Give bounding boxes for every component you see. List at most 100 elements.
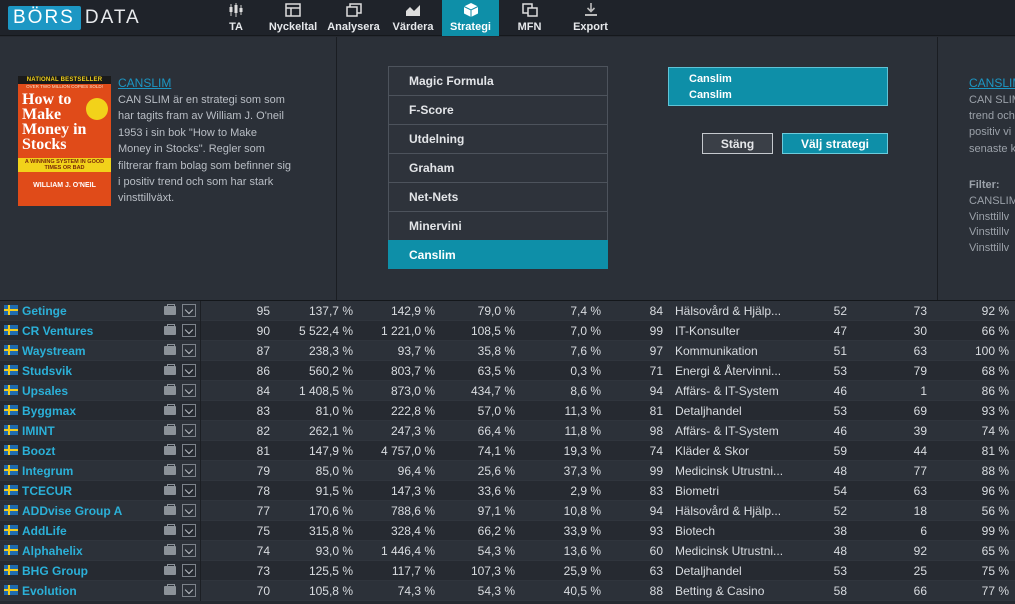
table-row[interactable]: CR Ventures 90 5 522,4 % 1 221,0 % 108,5 % 7,… xyxy=(0,321,1015,341)
percent-cell: 65 % xyxy=(981,543,1009,558)
chevron-down-icon[interactable] xyxy=(182,444,196,457)
briefcase-icon[interactable] xyxy=(164,524,176,535)
briefcase-icon[interactable] xyxy=(164,484,176,495)
number-cell-1: 47 xyxy=(833,323,847,338)
briefcase-icon[interactable] xyxy=(164,364,176,375)
table-row[interactable]: ADDvise Group A 77 170,6 % 788,6 % 97,1 % 10,… xyxy=(0,501,1015,521)
nav-export[interactable]: Export xyxy=(557,0,624,36)
number-cell-2: 44 xyxy=(913,443,927,458)
chevron-down-icon[interactable] xyxy=(182,384,196,397)
briefcase-icon[interactable] xyxy=(164,344,176,355)
value-cell-2: 1 221,0 % xyxy=(380,323,435,338)
close-button[interactable]: Stäng xyxy=(702,133,773,154)
chevron-down-icon[interactable] xyxy=(182,304,196,317)
company-name-link[interactable]: Evolution xyxy=(22,584,77,598)
nav-vardera-label: Värdera xyxy=(392,21,434,33)
chevron-down-icon[interactable] xyxy=(182,524,196,537)
table-row[interactable]: Boozt 81 147,9 % 4 757,0 % 74,1 % 19,3 % 74 Klä… xyxy=(0,441,1015,461)
strategy-item-utdelning[interactable]: Utdelning xyxy=(388,124,608,153)
company-name-link[interactable]: TCECUR xyxy=(22,484,72,498)
table-row[interactable]: Studsvik 86 560,2 % 803,7 % 63,5 % 0,3 % 71 Ene… xyxy=(0,361,1015,381)
briefcase-icon[interactable] xyxy=(164,464,176,475)
chevron-down-icon[interactable] xyxy=(182,364,196,377)
company-name-link[interactable]: CR Ventures xyxy=(22,324,93,338)
chevron-down-icon[interactable] xyxy=(182,424,196,437)
company-name-link[interactable]: Integrum xyxy=(22,464,73,478)
chevron-down-icon[interactable] xyxy=(182,344,196,357)
company-name-link[interactable]: Studsvik xyxy=(22,364,72,378)
briefcase-icon[interactable] xyxy=(164,324,176,335)
strategy-item-f-score[interactable]: F-Score xyxy=(388,95,608,124)
table-row[interactable]: Integrum 79 85,0 % 96,4 % 25,6 % 37,3 % 99 Medi… xyxy=(0,461,1015,481)
company-name-link[interactable]: ADDvise Group A xyxy=(22,504,122,518)
selected-strategy-box[interactable]: Canslim Canslim xyxy=(668,67,888,106)
nav-analysera[interactable]: Analysera xyxy=(323,0,384,36)
table-row[interactable]: TCECUR 78 91,5 % 147,3 % 33,6 % 2,9 % 83 Biomet… xyxy=(0,481,1015,501)
percent-cell: 56 % xyxy=(981,503,1009,518)
column-divider xyxy=(200,321,201,341)
nav-mfn[interactable]: MFN xyxy=(502,0,557,36)
chevron-down-icon[interactable] xyxy=(182,584,196,597)
company-name-link[interactable]: Waystream xyxy=(22,344,86,358)
chevron-down-icon[interactable] xyxy=(182,504,196,517)
chevron-down-icon[interactable] xyxy=(182,484,196,497)
nav-strategi[interactable]: Strategi xyxy=(442,0,499,36)
value-cell-3: 33,6 % xyxy=(477,483,515,498)
value-cell-4: 37,3 % xyxy=(563,463,601,478)
table-row[interactable]: Evolution 70 105,8 % 74,3 % 54,3 % 40,5 % 88 Be… xyxy=(0,581,1015,601)
table-row[interactable]: Upsales 84 1 408,5 % 873,0 % 434,7 % 8,6 % 94 A… xyxy=(0,381,1015,401)
value-cell-3: 97,1 % xyxy=(477,503,515,518)
chevron-down-icon[interactable] xyxy=(182,324,196,337)
canslim-details-link[interactable]: CANSLIM xyxy=(969,76,1015,90)
table-row[interactable]: Getinge 95 137,7 % 142,9 % 79,0 % 7,4 % 84 Häls… xyxy=(0,301,1015,321)
number-cell-1: 48 xyxy=(833,543,847,558)
swedish-flag-icon xyxy=(4,445,18,455)
value-cell-2: 96,4 % xyxy=(397,463,435,478)
chevron-down-icon[interactable] xyxy=(182,464,196,477)
briefcase-icon[interactable] xyxy=(164,424,176,435)
briefcase-icon[interactable] xyxy=(164,584,176,595)
mfn-icon xyxy=(521,3,538,17)
briefcase-icon[interactable] xyxy=(164,444,176,455)
briefcase-icon[interactable] xyxy=(164,304,176,315)
table-row[interactable]: BHG Group 73 125,5 % 117,7 % 107,3 % 25,9 % 63… xyxy=(0,561,1015,581)
company-name-link[interactable]: Alphahelix xyxy=(22,544,83,558)
strategy-item-canslim[interactable]: Canslim xyxy=(388,240,608,269)
main-nav: TA Nyckeltal Analysera Värdera Strategi … xyxy=(209,0,624,36)
strategy-item-graham[interactable]: Graham xyxy=(388,153,608,182)
chevron-down-icon[interactable] xyxy=(182,564,196,577)
company-name-link[interactable]: Upsales xyxy=(22,384,68,398)
company-name-link[interactable]: BHG Group xyxy=(22,564,88,578)
briefcase-icon[interactable] xyxy=(164,544,176,555)
value-cell-4: 2,9 % xyxy=(570,483,601,498)
chevron-down-icon[interactable] xyxy=(182,404,196,417)
company-name-link[interactable]: Byggmax xyxy=(22,404,76,418)
briefcase-icon[interactable] xyxy=(164,504,176,515)
briefcase-icon[interactable] xyxy=(164,384,176,395)
table-row[interactable]: AddLife 75 315,8 % 328,4 % 66,2 % 33,9 % 93 Bio… xyxy=(0,521,1015,541)
briefcase-icon[interactable] xyxy=(164,564,176,575)
rank-cell: 83 xyxy=(649,483,663,498)
company-name-link[interactable]: AddLife xyxy=(22,524,67,538)
company-name-link[interactable]: Boozt xyxy=(22,444,55,458)
borsdata-logo[interactable]: BÖRS DATA xyxy=(8,6,141,30)
table-row[interactable]: Alphahelix 74 93,0 % 1 446,4 % 54,3 % 13,6 % 6… xyxy=(0,541,1015,561)
choose-strategy-button[interactable]: Välj strategi xyxy=(782,133,888,154)
nav-ta[interactable]: TA xyxy=(209,0,263,36)
nav-vardera[interactable]: Värdera xyxy=(384,0,442,36)
table-row[interactable]: Waystream 87 238,3 % 93,7 % 35,8 % 7,6 % 97 Kom… xyxy=(0,341,1015,361)
table-row[interactable]: IMINT 82 262,1 % 247,3 % 66,4 % 11,8 % 98 Affär… xyxy=(0,421,1015,441)
table-row[interactable]: Byggmax 83 81,0 % 222,8 % 57,0 % 11,3 % 81 Deta… xyxy=(0,401,1015,421)
details-line: positiv vi xyxy=(969,126,1012,139)
strategy-item-minervini[interactable]: Minervini xyxy=(388,211,608,240)
company-name-link[interactable]: Getinge xyxy=(22,304,67,318)
rank-cell: 88 xyxy=(649,583,663,598)
canslim-link[interactable]: CANSLIM xyxy=(118,76,171,90)
chevron-down-icon[interactable] xyxy=(182,544,196,557)
value-cell-1: 560,2 % xyxy=(308,363,353,378)
strategy-item-net-nets[interactable]: Net-Nets xyxy=(388,182,608,211)
nav-nyckeltal[interactable]: Nyckeltal xyxy=(263,0,323,36)
strategy-item-magic-formula[interactable]: Magic Formula xyxy=(388,66,608,95)
company-name-link[interactable]: IMINT xyxy=(22,424,55,438)
briefcase-icon[interactable] xyxy=(164,404,176,415)
